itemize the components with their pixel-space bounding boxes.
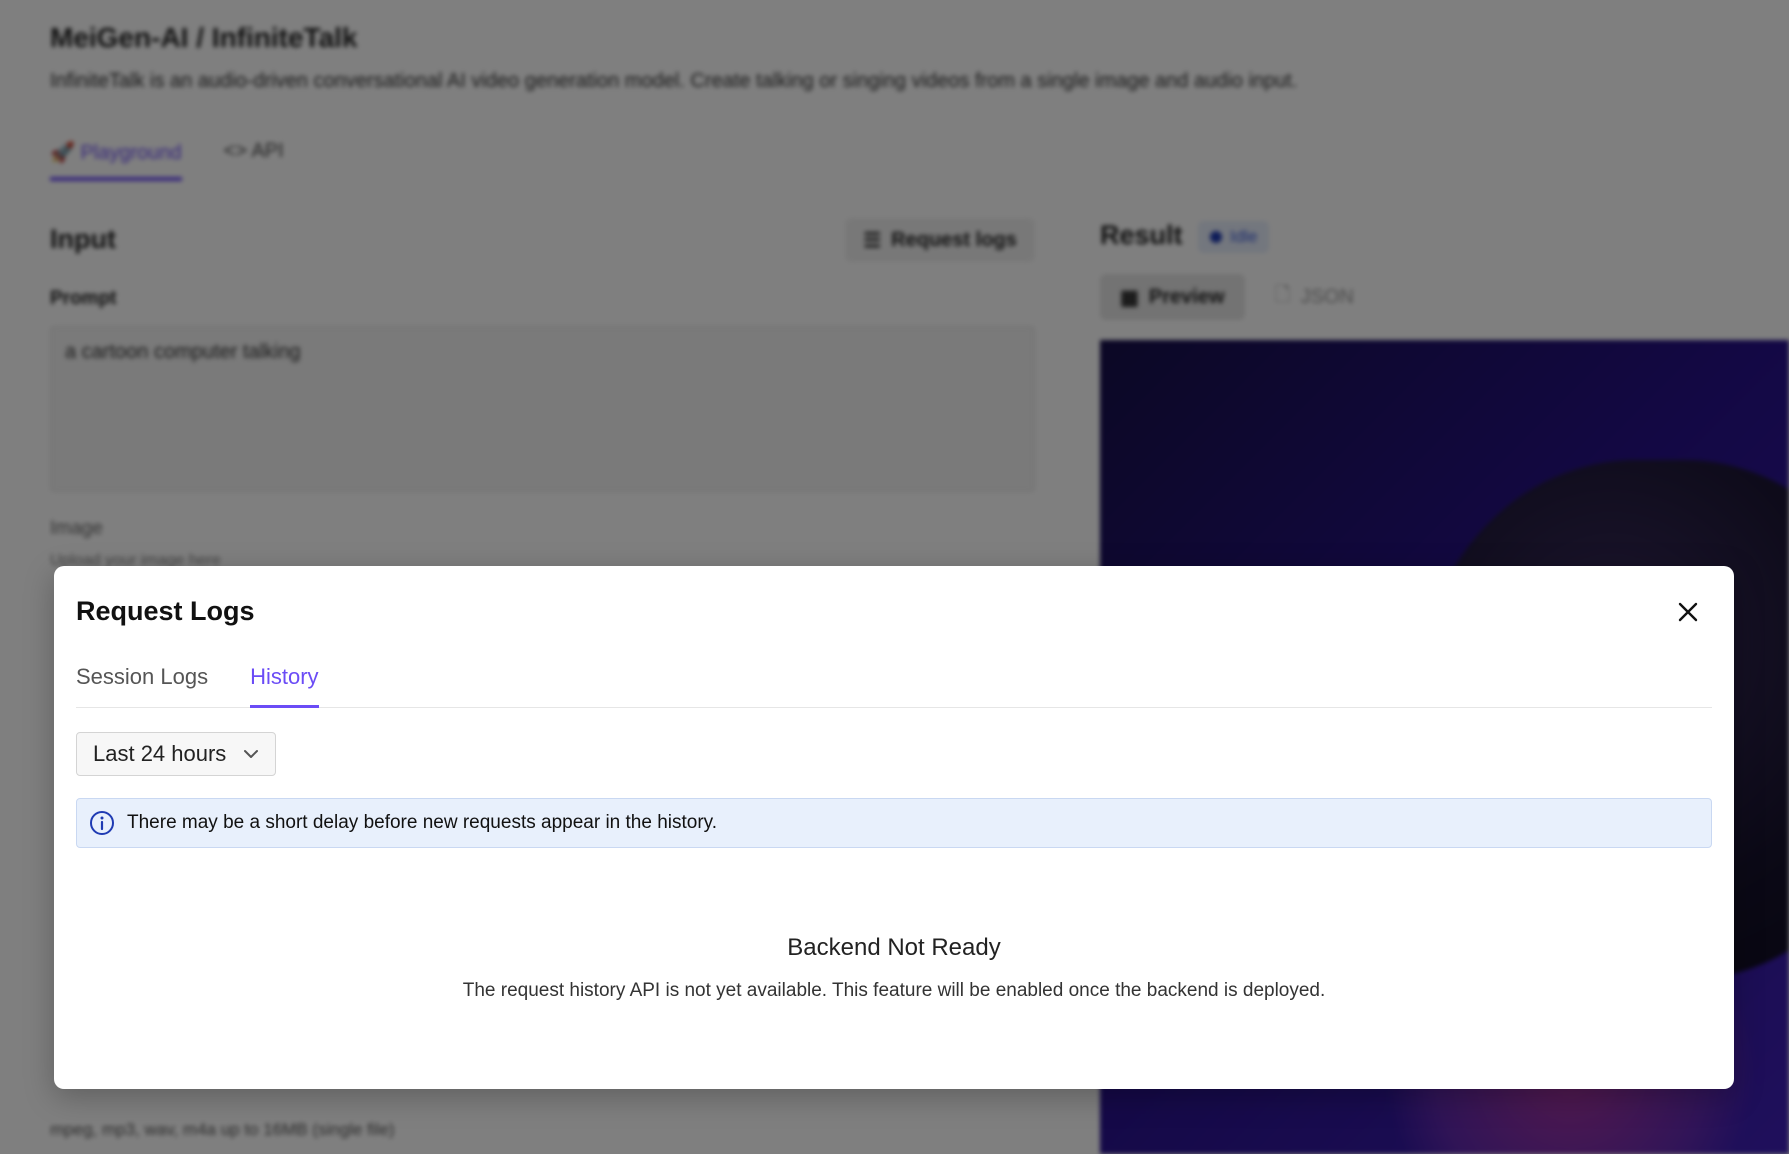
- info-banner-text: There may be a short delay before new re…: [127, 812, 718, 833]
- empty-state-description: The request history API is not yet avail…: [462, 980, 1326, 1001]
- close-icon: [1678, 602, 1698, 622]
- tab-session-logs[interactable]: Session Logs: [76, 662, 208, 708]
- request-logs-modal: Request Logs Session Logs History Last 2…: [54, 566, 1734, 1089]
- modal-title: Request Logs: [76, 596, 255, 626]
- chevron-down-icon: [244, 750, 258, 758]
- empty-state-title: Backend Not Ready: [787, 934, 1001, 961]
- info-banner: There may be a short delay before new re…: [76, 798, 1712, 848]
- modal-tabs: Session Logs History: [76, 662, 1712, 708]
- time-range-select[interactable]: Last 24 hours: [76, 732, 276, 776]
- tab-history[interactable]: History: [250, 662, 319, 708]
- close-button[interactable]: [1670, 594, 1706, 630]
- time-range-value: Last 24 hours: [93, 741, 227, 766]
- info-icon: [90, 811, 114, 835]
